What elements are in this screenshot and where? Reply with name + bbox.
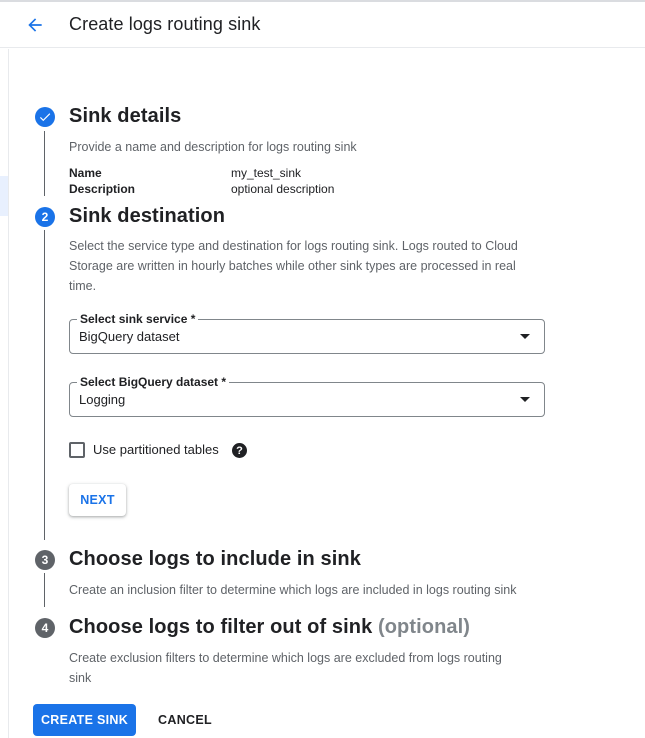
step-number-badge: 4 (35, 618, 55, 638)
step-connector (44, 573, 45, 607)
name-label: Name (69, 166, 102, 180)
step-description: Create an inclusion filter to determine … (69, 583, 517, 597)
step-description-line: sink (69, 671, 92, 685)
sink-service-value: BigQuery dataset (79, 329, 180, 344)
step-connector (44, 230, 45, 540)
left-panel-divider (8, 49, 9, 738)
step-description-line: time. (69, 279, 97, 293)
dropdown-arrow-icon (520, 397, 530, 402)
cancel-button[interactable]: CANCEL (152, 704, 218, 736)
page-title: Create logs routing sink (69, 14, 261, 34)
page-header: Create logs routing sink (0, 2, 645, 48)
next-button[interactable]: NEXT (69, 484, 126, 516)
name-value: my_test_sink (231, 166, 302, 180)
bigquery-dataset-select[interactable]: Select BigQuery dataset * Logging (69, 375, 545, 417)
left-panel-indicator (0, 176, 8, 216)
step-title-text: Choose logs to filter out of sink (69, 616, 373, 638)
create-sink-button[interactable]: CREATE SINK (33, 704, 136, 736)
step-number-badge: 2 (35, 207, 55, 227)
step-description-line: Select the service type and destination … (69, 239, 518, 253)
step-title-include-logs[interactable]: Choose logs to include in sink (69, 548, 361, 571)
bigquery-dataset-value: Logging (79, 392, 126, 407)
sink-service-label: Select sink service * (77, 312, 199, 326)
check-icon (39, 113, 51, 122)
step-description-line: Create exclusion filters to determine wh… (69, 651, 502, 665)
step-description: Provide a name and description for logs … (69, 140, 357, 154)
bigquery-dataset-label: Select BigQuery dataset * (77, 375, 230, 389)
step-number-badge: 3 (35, 550, 55, 570)
arrow-back-icon (28, 18, 42, 32)
dropdown-arrow-icon (520, 334, 530, 339)
step-complete-icon (35, 107, 55, 127)
help-icon[interactable]: ? (232, 443, 247, 458)
optional-tag: (optional) (377, 616, 471, 638)
description-label: Description (69, 182, 136, 196)
step-title-sink-destination[interactable]: Sink destination (69, 205, 225, 228)
back-button[interactable] (20, 10, 50, 40)
sink-service-select[interactable]: Select sink service * BigQuery dataset (69, 312, 545, 354)
step-title-sink-details[interactable]: Sink details (69, 105, 181, 128)
step-connector (44, 131, 45, 196)
partitioned-tables-checkbox[interactable] (69, 442, 85, 458)
step-title-exclude-logs[interactable]: Choose logs to filter out of sink (optio… (69, 616, 470, 639)
description-value: optional description (231, 182, 335, 196)
step-description-line: Storage are written in hourly batches wh… (69, 259, 516, 273)
partitioned-tables-label[interactable]: Use partitioned tables (93, 442, 219, 457)
